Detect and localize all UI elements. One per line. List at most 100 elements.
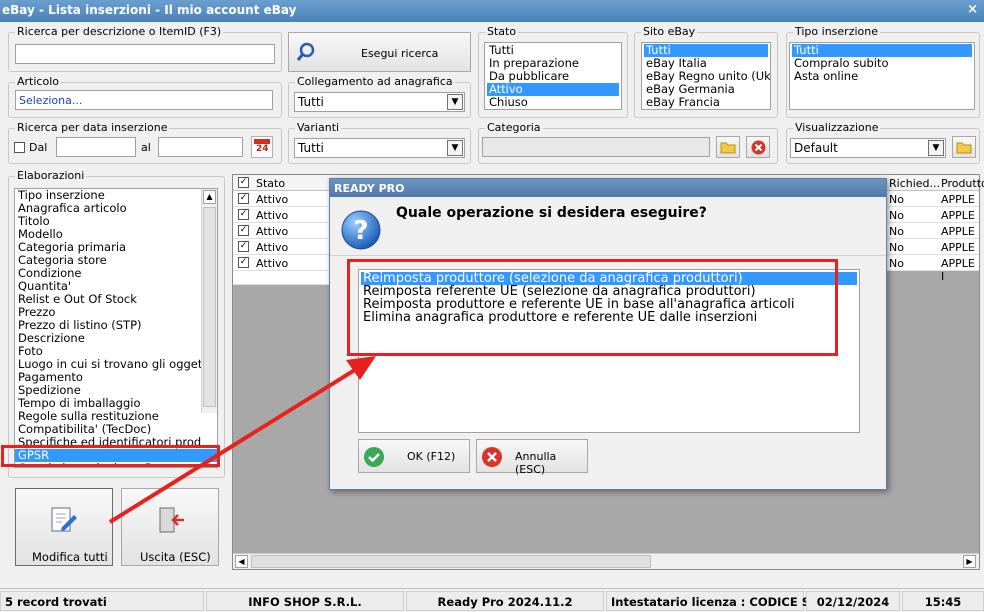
execute-search-button[interactable]: Esegui ricerca [288,32,471,72]
varianti-dropdown[interactable]: Tutti ▼ [294,138,465,158]
scroll-up-icon[interactable]: ▲ [203,190,216,204]
sito-label: Sito eBay [641,25,698,38]
collegamento-value: Tutti [298,95,324,109]
dal-checkbox[interactable] [14,142,25,153]
chevron-down-icon[interactable]: ▼ [447,94,463,110]
column-header-richiesta[interactable]: Richied... [889,177,940,190]
cell-stato: Attivo [256,241,289,254]
cell-richiesta: No [889,257,904,270]
stato-label: Stato [485,25,519,38]
cell-stato: Attivo [256,225,289,238]
categoria-label: Categoria [485,121,543,134]
close-icon[interactable]: × [967,2,978,17]
varianti-label: Varianti [295,121,342,134]
row-checkbox[interactable]: ✓ [238,193,249,204]
options-highlight-box [347,259,838,356]
tipo-listbox[interactable]: Tutti Compralo subito Asta online [789,42,975,110]
search-icon [296,42,315,61]
modifica-tutti-button[interactable]: Modifica tutti [15,488,113,566]
visualizzazione-dropdown[interactable]: Default ▼ [790,138,946,158]
dialog-title: READY PRO [334,182,405,195]
varianti-value: Tutti [298,141,324,155]
scroll-thumb[interactable] [203,207,216,407]
cell-stato: Attivo [256,257,289,270]
elaborazioni-listbox[interactable]: Tipo inserzione Anagrafica articolo Titolo… [14,188,218,468]
folder-open-button[interactable] [716,136,740,158]
cell-stato: Attivo [256,209,289,222]
cell-richiesta: No [889,241,904,254]
stato-listbox[interactable]: Tutti In preparazione Da pubblicare Atti… [484,42,622,110]
grid-hscrollbar[interactable]: ◀ ▶ [233,553,979,569]
categoria-field[interactable] [482,137,710,157]
svg-text:?: ? [353,216,368,246]
calendar-day: 24 [256,144,269,154]
folder-icon [956,142,972,154]
stato-option[interactable]: Chiuso [487,96,619,109]
window-title-bar: eBay - Lista inserzioni - Il mio account… [0,0,984,22]
window-title: eBay - Lista inserzioni - Il mio account… [2,3,297,17]
grid-scroll-thumb[interactable] [251,555,651,568]
execute-search-label: Esegui ricerca [361,47,439,60]
exit-door-icon [159,507,184,533]
status-bar: 5 record trovati INFO SHOP S.R.L. Ready … [0,588,984,612]
annulla-label: Annulla (ESC) [515,450,557,476]
row-checkbox[interactable]: ✓ [238,257,249,268]
search-description-input[interactable] [15,44,275,64]
row-checkbox[interactable]: ✓ [238,241,249,252]
sito-listbox[interactable]: Tutti eBay Italia eBay Regno unito (Uk e… [641,42,771,110]
tipo-option[interactable]: Asta online [792,70,972,83]
status-license: Intestatario licenza : CODICE SRL [606,591,826,611]
chevron-down-icon[interactable]: ▼ [928,140,944,156]
cell-richiesta: No [889,193,904,206]
cell-richiesta: No [889,209,904,222]
dal-date-input[interactable] [56,137,136,157]
column-header-produttore[interactable]: Produttore [941,177,984,190]
clear-categoria-button[interactable] [746,136,770,158]
check-icon [364,447,384,467]
gpsr-highlight-box [1,445,220,467]
folder-icon [720,142,736,154]
status-time: 15:45 [902,591,984,611]
cell-produttore: APPLE I [941,257,975,283]
visualizzazione-value: Default [794,141,838,155]
scroll-right-icon[interactable]: ▶ [963,555,976,568]
row-checkbox[interactable]: ✓ [238,225,249,236]
dialog-title-bar: READY PRO [330,179,886,197]
ok-label: OK (F12) [407,450,456,463]
status-version: Ready Pro 2024.11.2 [406,591,604,611]
articolo-select-field[interactable]: Seleziona... [15,90,273,110]
calendar-icon[interactable]: 24 [251,136,273,158]
annulla-button[interactable]: Annulla (ESC) [476,439,588,476]
delete-icon [751,140,766,155]
status-records: 5 record trovati [0,591,204,611]
grid-empty-row [233,271,329,285]
al-label: al [141,141,151,154]
status-company: INFO SHOP S.R.L. [206,591,404,611]
question-icon: ? [341,210,381,250]
sito-option[interactable]: eBay Francia [644,96,768,109]
operation-dialog[interactable]: READY PRO ? Quale operazione si desidera… [329,178,887,490]
ok-button[interactable]: OK (F12) [358,439,470,473]
elaborazioni-item[interactable]: Descrizione [15,332,217,345]
data-label: Ricerca per data inserzione [15,121,170,134]
uscita-label: Uscita (ESC) [140,550,211,564]
select-all-checkbox[interactable]: ✓ [238,177,249,188]
scroll-left-icon[interactable]: ◀ [235,555,248,568]
chevron-down-icon[interactable]: ▼ [447,140,463,156]
dialog-question: Quale operazione si desidera eseguire? [396,205,707,221]
dialog-divider [330,255,886,256]
elaborazioni-label: Elaborazioni [15,169,87,182]
status-date: 02/12/2024 [806,591,900,611]
al-date-input[interactable] [158,137,243,157]
collegamento-dropdown[interactable]: Tutti ▼ [294,92,465,112]
column-header-stato[interactable]: Stato [256,177,285,190]
cancel-icon [482,447,502,467]
uscita-button[interactable]: Uscita (ESC) [121,488,219,566]
cell-stato: Attivo [256,193,289,206]
visualizzazione-folder-button[interactable] [952,136,976,158]
modifica-tutti-label: Modifica tutti [32,550,108,564]
dal-label: Dal [29,141,48,154]
elaborazioni-scrollbar[interactable]: ▲ [201,189,217,413]
row-checkbox[interactable]: ✓ [238,209,249,220]
collegamento-label: Collegamento ad anagrafica [295,75,455,88]
